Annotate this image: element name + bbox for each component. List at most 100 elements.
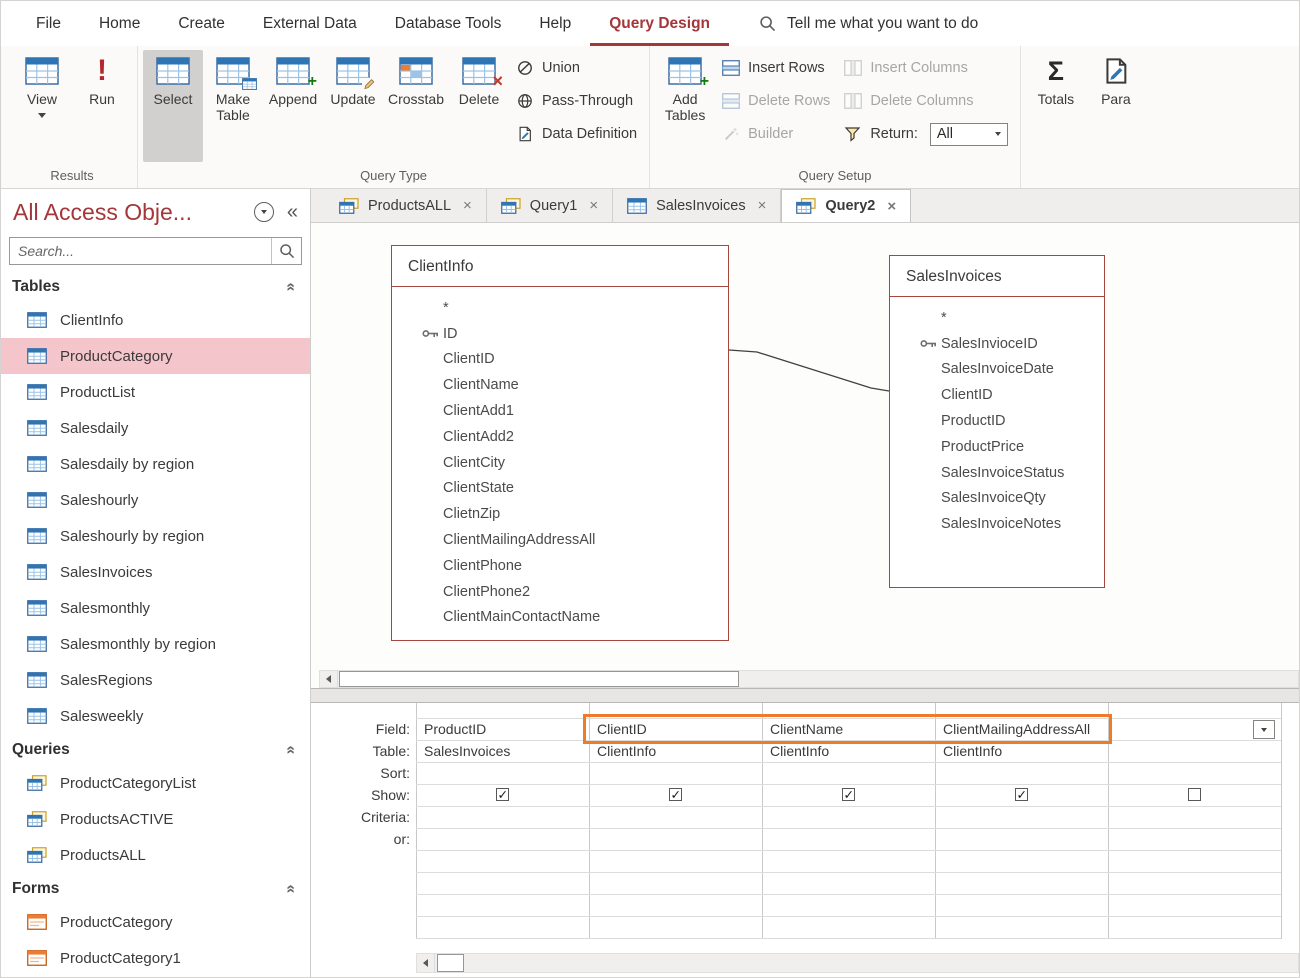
grid-table-cell[interactable]: ClientInfo — [936, 741, 1100, 762]
menu-help[interactable]: Help — [520, 1, 590, 46]
tab-salesinvoices[interactable]: SalesInvoices × — [613, 189, 781, 222]
sidebar-item-salesdaily-by-region[interactable]: Salesdaily by region — [1, 446, 310, 482]
field-row[interactable]: ClientCity — [392, 450, 728, 476]
field-row[interactable]: ClientMainContactName — [392, 605, 728, 631]
field-row[interactable]: ProductPrice — [890, 434, 1104, 460]
search-input[interactable] — [18, 238, 271, 264]
close-icon[interactable]: × — [589, 197, 598, 214]
builder-button[interactable]: Builder — [722, 122, 830, 146]
delete-rows-button[interactable]: Delete Rows — [722, 89, 830, 113]
field-row[interactable]: SalesInvoiceDate — [890, 357, 1104, 383]
union-button[interactable]: Union — [516, 56, 637, 80]
menu-external-data[interactable]: External Data — [244, 1, 376, 46]
delete-columns-button[interactable]: Delete Columns — [844, 89, 1008, 113]
show-checkbox[interactable] — [1015, 788, 1028, 801]
nav-pane-title[interactable]: All Access Obje... — [13, 199, 192, 226]
insert-columns-button[interactable]: Insert Columns — [844, 56, 1008, 80]
query-design-grid[interactable]: Field: Table: Sort: Show: Criteria: or: … — [311, 703, 1299, 978]
append-button[interactable]: + Append — [263, 50, 323, 162]
scrollbar-thumb[interactable] — [437, 954, 464, 972]
search-box[interactable] — [9, 237, 302, 265]
pass-through-button[interactable]: Pass-Through — [516, 89, 637, 113]
section-header-forms[interactable]: Forms « — [1, 873, 310, 904]
add-tables-button[interactable]: + Add Tables — [655, 50, 715, 162]
menu-database-tools[interactable]: Database Tools — [376, 1, 521, 46]
field-row[interactable]: ClientState — [392, 476, 728, 502]
field-row[interactable]: SalesInvoiceQty — [890, 486, 1104, 512]
menu-create[interactable]: Create — [159, 1, 244, 46]
close-icon[interactable]: × — [758, 197, 767, 214]
tab-productsall[interactable]: ProductsALL × — [325, 189, 487, 222]
field-row[interactable]: ClientID — [890, 382, 1104, 408]
grid-table-cell[interactable] — [1109, 741, 1273, 762]
close-icon[interactable]: × — [887, 198, 896, 215]
show-checkbox[interactable] — [1188, 788, 1201, 801]
field-row[interactable]: ID — [392, 321, 728, 347]
grid-table-cell[interactable]: ClientInfo — [763, 741, 927, 762]
tab-query2[interactable]: Query2 × — [781, 189, 911, 222]
sidebar-item-saleshourly[interactable]: Saleshourly — [1, 482, 310, 518]
sidebar-item-salesregions[interactable]: SalesRegions — [1, 662, 310, 698]
show-checkbox[interactable] — [669, 788, 682, 801]
sidebar-item-productsall[interactable]: ProductsALL — [1, 837, 310, 873]
section-header-tables[interactable]: Tables « — [1, 271, 310, 302]
field-row[interactable]: ProductID — [890, 408, 1104, 434]
totals-button[interactable]: Σ Totals — [1026, 50, 1086, 162]
delete-query-button[interactable]: × Delete — [449, 50, 509, 162]
menu-file[interactable]: File — [17, 1, 80, 46]
field-row[interactable]: SalesInvoiceStatus — [890, 460, 1104, 486]
section-header-queries[interactable]: Queries « — [1, 734, 310, 765]
show-checkbox[interactable] — [842, 788, 855, 801]
grid-field-cell[interactable]: ProductID — [417, 719, 581, 740]
sidebar-item-form-productcategory[interactable]: ProductCategory — [1, 904, 310, 940]
select-query-button[interactable]: Select — [143, 50, 203, 162]
scrollbar-thumb[interactable] — [339, 671, 739, 687]
view-button[interactable]: View — [12, 50, 72, 162]
field-row[interactable]: ClientID — [392, 347, 728, 373]
shutter-close-icon[interactable]: « — [287, 202, 298, 222]
insert-rows-button[interactable]: Insert Rows — [722, 56, 830, 80]
field-list-clientinfo[interactable]: ClientInfo * ID ClientID ClientName Clie… — [391, 245, 729, 641]
close-icon[interactable]: × — [463, 197, 472, 214]
canvas-horizontal-scrollbar[interactable] — [319, 670, 1299, 688]
grid-horizontal-scrollbar[interactable] — [416, 953, 1299, 973]
sidebar-item-salesdaily[interactable]: Salesdaily — [1, 410, 310, 446]
grid-field-cell[interactable] — [1109, 719, 1273, 740]
sidebar-item-productlist[interactable]: ProductList — [1, 374, 310, 410]
update-button[interactable]: Update — [323, 50, 383, 162]
parameters-button[interactable]: Para — [1086, 50, 1146, 162]
crosstab-button[interactable]: Crosstab — [383, 50, 449, 162]
field-row[interactable]: ClientAdd1 — [392, 398, 728, 424]
run-button[interactable]: ! Run — [72, 50, 132, 162]
field-list-title[interactable]: SalesInvoices — [890, 256, 1104, 297]
tab-query1[interactable]: Query1 × — [487, 189, 613, 222]
pane-splitter[interactable] — [311, 688, 1299, 703]
field-row[interactable]: ClientPhone2 — [392, 579, 728, 605]
nav-pane-menu-icon[interactable] — [254, 202, 274, 222]
grid-table-cell[interactable]: ClientInfo — [590, 741, 754, 762]
grid-table-cell[interactable]: SalesInvoices — [417, 741, 581, 762]
field-list-title[interactable]: ClientInfo — [392, 246, 728, 287]
field-row[interactable]: SalesInvoiceNotes — [890, 511, 1104, 537]
show-checkbox[interactable] — [496, 788, 509, 801]
query-design-canvas[interactable]: ClientInfo * ID ClientID ClientName Clie… — [311, 223, 1299, 688]
field-row[interactable]: * — [890, 305, 1104, 331]
search-button[interactable] — [271, 238, 301, 264]
sidebar-item-salesinvoices[interactable]: SalesInvoices — [1, 554, 310, 590]
field-row[interactable]: SalesInvioceID — [890, 331, 1104, 357]
data-definition-button[interactable]: Data Definition — [516, 122, 637, 146]
field-row[interactable]: ClietnZip — [392, 501, 728, 527]
return-dropdown[interactable]: All — [930, 123, 1008, 146]
sidebar-item-salesmonthly[interactable]: Salesmonthly — [1, 590, 310, 626]
tell-me-search[interactable]: Tell me what you want to do — [759, 1, 978, 46]
field-row[interactable]: ClientMailingAddressAll — [392, 527, 728, 553]
scroll-left-icon[interactable] — [417, 954, 435, 972]
sidebar-item-productsactive[interactable]: ProductsACTIVE — [1, 801, 310, 837]
sidebar-item-productcategory[interactable]: ProductCategory — [1, 338, 310, 374]
sidebar-item-salesweekly[interactable]: Salesweekly — [1, 698, 310, 734]
scroll-left-icon[interactable] — [320, 671, 338, 687]
field-list-salesinvoices[interactable]: SalesInvoices * SalesInvioceID SalesInvo… — [889, 255, 1105, 588]
sidebar-item-saleshourly-by-region[interactable]: Saleshourly by region — [1, 518, 310, 554]
field-row[interactable]: ClientPhone — [392, 553, 728, 579]
sidebar-item-form-productcategory1[interactable]: ProductCategory1 — [1, 940, 310, 976]
